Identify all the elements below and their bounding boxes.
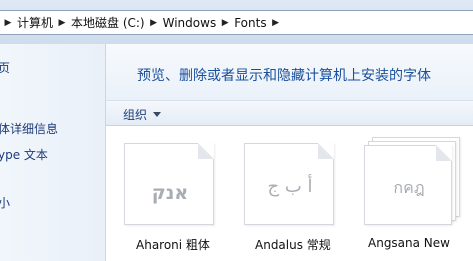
chevron-right-icon[interactable]: ▶: [220, 18, 230, 28]
page-description: 预览、删除或者显示和隐藏计算机上安装的字体: [137, 68, 431, 84]
font-tile-angsana-new[interactable]: กคฎ: [364, 137, 462, 233]
main-content: 预览、删除或者显示和隐藏计算机上安装的字体 组织 אנק Aharoni 粗体 …: [106, 44, 473, 261]
chevron-right-icon[interactable]: ▶: [57, 18, 67, 28]
font-sample: أ ب ج: [267, 176, 313, 197]
font-page-icon: กคฎ: [364, 145, 452, 225]
font-name-andalus[interactable]: Andalus 常规: [255, 236, 331, 253]
nav-link-font-settings[interactable]: 页: [0, 59, 10, 76]
chevron-right-icon[interactable]: ▶: [149, 18, 159, 28]
font-page-icon: אנק: [124, 143, 214, 225]
command-bar: 组织: [106, 100, 473, 126]
font-name-aharoni[interactable]: Aharoni 粗体: [136, 236, 210, 253]
crumb-computer[interactable]: 计算机: [17, 14, 53, 31]
nav-link-cleartype[interactable]: ype 文本: [0, 146, 48, 163]
crumb-fonts[interactable]: Fonts: [234, 16, 266, 30]
breadcrumb[interactable]: ▶ 计算机 ▶ 本地磁盘 (C:) ▶ Windows ▶ Fonts ▶: [0, 10, 473, 35]
chevron-down-icon: [153, 112, 162, 117]
header-band: 预览、删除或者显示和隐藏计算机上安装的字体: [106, 44, 473, 100]
nav-link-font-size[interactable]: 小: [0, 194, 10, 211]
font-name-angsana-new[interactable]: Angsana New: [368, 236, 450, 250]
font-tile-andalus[interactable]: أ ب ج: [244, 143, 342, 233]
chevron-right-icon[interactable]: ▶: [271, 18, 281, 28]
chevron-right-icon[interactable]: ▶: [3, 18, 13, 28]
font-page-icon: أ ب ج: [244, 143, 334, 225]
font-tile-aharoni[interactable]: אנק: [124, 143, 222, 233]
organize-button[interactable]: 组织: [123, 106, 162, 123]
organize-label: 组织: [123, 108, 148, 122]
font-sample: אנק: [151, 182, 189, 204]
navigation-pane: 页 体详细信息 ype 文本 小: [0, 44, 106, 261]
font-sample: กคฎ: [393, 178, 425, 197]
crumb-local-disk[interactable]: 本地磁盘 (C:): [71, 14, 145, 31]
address-bar: ▶ 计算机 ▶ 本地磁盘 (C:) ▶ Windows ▶ Fonts ▶: [0, 0, 473, 44]
crumb-windows[interactable]: Windows: [163, 16, 217, 30]
nav-link-font-details[interactable]: 体详细信息: [0, 120, 58, 137]
